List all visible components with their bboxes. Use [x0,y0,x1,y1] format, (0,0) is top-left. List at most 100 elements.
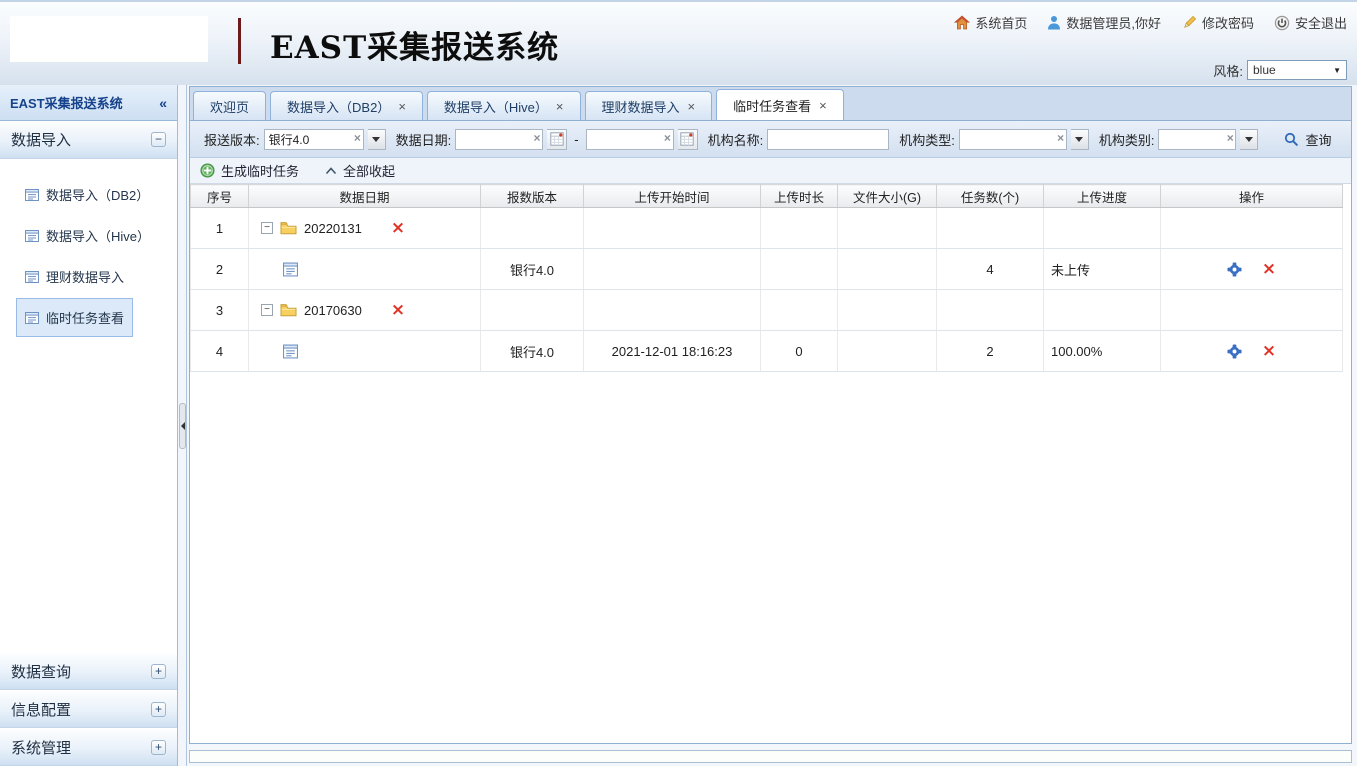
expand-section-icon[interactable]: + [151,740,166,755]
nav-system-home[interactable]: 系统首页 [954,13,1027,32]
style-select-value: blue [1253,63,1276,77]
calendar-icon[interactable] [678,129,698,150]
search-button[interactable]: 查询 [1284,130,1331,149]
table-row: 4 银行4.0 2021-12-01 18:16:23 [191,331,1343,372]
expand-section-icon[interactable]: + [151,664,166,679]
sidebar-collapse-icon[interactable]: « [159,95,167,111]
cell-progress: 100.00% [1044,331,1161,372]
sidebar-section-system-admin[interactable]: 系统管理 + [0,728,177,766]
main-panel: 欢迎页 数据导入（DB2） × 数据导入（Hive） × 理财数据导入 × [189,86,1352,744]
main-area: 欢迎页 数据导入（DB2） × 数据导入（Hive） × 理财数据导入 × [187,85,1357,766]
chevron-up-icon [325,167,337,175]
cell-size [838,331,937,372]
collapse-all-button[interactable]: 全部收起 [325,161,395,180]
sidebar-item-data-import-hive[interactable]: 数据导入（Hive） [16,216,159,255]
content-area: EAST采集报送系统 « 数据导入 − 数据导入（DB2） [0,85,1357,766]
document-icon [25,270,39,284]
combo-arrow-icon[interactable] [1071,129,1089,150]
cell-duration: 0 [761,331,838,372]
org-name-input[interactable] [767,129,889,150]
cell-seq: 4 [191,331,249,372]
clear-icon[interactable]: × [1057,132,1064,144]
collapse-section-icon[interactable]: − [151,132,166,147]
section-label: 系统管理 [11,737,71,758]
create-temp-task-button[interactable]: 生成临时任务 [200,161,299,180]
collapse-group-icon[interactable]: − [261,222,273,234]
tab-temp-task-view[interactable]: 临时任务查看 × [716,89,844,120]
table-row: 2 银行4.0 [191,249,1343,290]
date-from-input[interactable] [455,129,543,150]
sidebar-section-info-config[interactable]: 信息配置 + [0,690,177,728]
sidebar-item-wealth-data-import[interactable]: 理财数据导入 [16,257,133,296]
logo-redacted [10,16,208,62]
col-report-version: 报数版本 [481,185,584,208]
collapse-group-icon[interactable]: − [261,304,273,316]
col-file-size: 文件大小(G) [838,185,937,208]
gear-icon[interactable] [1227,344,1242,359]
cell-size [838,249,937,290]
task-document-icon [283,344,298,359]
close-tab-icon[interactable]: × [398,100,406,113]
delete-group-icon[interactable]: × [391,220,405,237]
clear-icon[interactable]: × [533,132,540,144]
document-icon [25,188,39,202]
menu-item-label: 数据导入（Hive） [46,226,150,245]
delete-group-icon[interactable]: × [391,302,405,319]
filter-bar: 报送版本: × 数据日期: × - × 机构名称: [190,121,1351,158]
org-class-label: 机构类别: [1099,130,1155,149]
sidebar-splitter[interactable] [178,85,187,766]
cell-version: 银行4.0 [481,331,584,372]
tab-data-import-hive[interactable]: 数据导入（Hive） × [427,91,581,120]
table-header-row: 序号 数据日期 报数版本 上传开始时间 上传时长 文件大小(G) 任务数(个) … [191,185,1343,208]
sidebar-section-data-query[interactable]: 数据查询 + [0,652,177,690]
chevron-down-icon: ▼ [1333,66,1341,75]
delete-task-icon[interactable]: × [1262,343,1276,360]
org-class-input[interactable] [1158,129,1236,150]
col-task-count: 任务数(个) [937,185,1044,208]
status-bar [189,750,1352,763]
clear-icon[interactable]: × [354,132,361,144]
search-button-label: 查询 [1305,130,1331,149]
nav-user-greeting[interactable]: 数据管理员,你好 [1047,13,1161,32]
table-row: 1 − 20220131 × [191,208,1343,249]
close-tab-icon[interactable]: × [556,100,564,113]
tab-wealth-data-import[interactable]: 理财数据导入 × [585,91,713,120]
clear-icon[interactable]: × [664,132,671,144]
tab-data-import-db2[interactable]: 数据导入（DB2） × [270,91,423,120]
add-circle-icon [200,163,215,178]
close-tab-icon[interactable]: × [688,100,696,113]
style-select[interactable]: blue ▼ [1247,60,1347,80]
gear-icon[interactable] [1227,262,1242,277]
delete-task-icon[interactable]: × [1262,261,1276,278]
sidebar-section-data-import[interactable]: 数据导入 − [0,121,177,159]
tab-welcome[interactable]: 欢迎页 [193,91,266,120]
nav-change-password[interactable]: 修改密码 [1181,13,1254,32]
date-to-input[interactable] [586,129,674,150]
style-switcher: 风格: blue ▼ [1213,60,1347,80]
close-tab-icon[interactable]: × [819,99,827,112]
cell-seq: 1 [191,208,249,249]
combo-arrow-icon[interactable] [368,129,386,150]
data-date-label: 数据日期: [396,130,452,149]
clear-icon[interactable]: × [1226,132,1233,144]
calendar-icon[interactable] [547,129,567,150]
report-version-input[interactable] [264,129,364,150]
sidebar: EAST采集报送系统 « 数据导入 − 数据导入（DB2） [0,85,178,766]
org-type-label: 机构类型: [899,130,955,149]
expand-section-icon[interactable]: + [151,702,166,717]
date-separator: - [574,132,578,147]
nav-logout[interactable]: 安全退出 [1274,13,1347,32]
sidebar-spacer [0,349,177,652]
app-title: EAST采集报送系统 [270,22,559,67]
report-version-label: 报送版本: [204,130,260,149]
logo-divider [238,18,241,64]
splitter-handle[interactable] [179,403,186,449]
sidebar-item-temp-task-view[interactable]: 临时任务查看 [16,298,133,337]
cell-seq: 3 [191,290,249,331]
combo-arrow-icon[interactable] [1240,129,1258,150]
nav-label: 修改密码 [1202,13,1254,32]
org-type-input[interactable] [959,129,1067,150]
app-header: EAST采集报送系统 系统首页 数据管理员,你好 修改密码 [0,0,1357,85]
sidebar-item-data-import-db2[interactable]: 数据导入（DB2） [16,175,158,214]
tab-label: 数据导入（DB2） [287,97,390,116]
